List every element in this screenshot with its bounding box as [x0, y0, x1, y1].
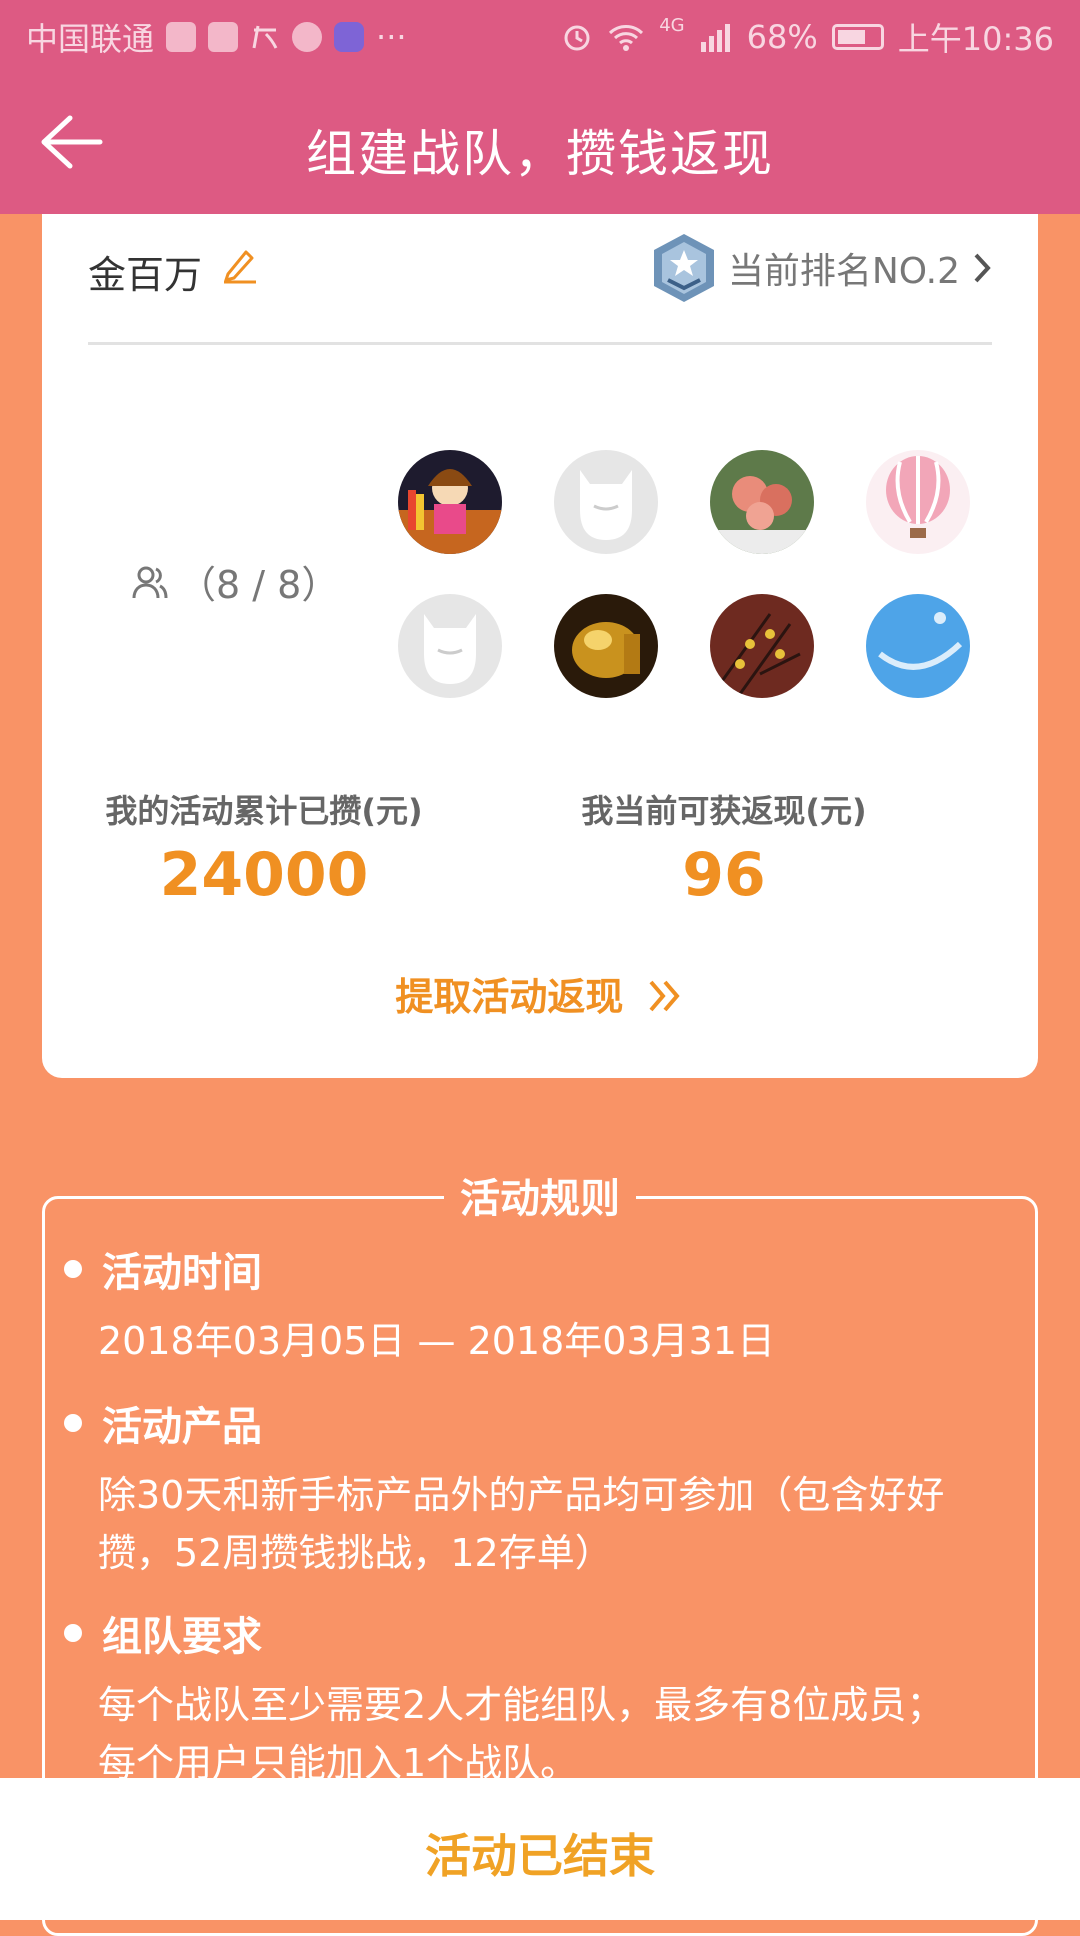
- title-bar: 组建战队，攒钱返现: [0, 74, 1080, 214]
- status-bar: 中国联通 ··· 4G 68% 上午10:36: [0, 0, 1080, 74]
- members-icon: [132, 566, 168, 598]
- bottom-bar: 活动已结束: [0, 1778, 1080, 1920]
- pencil-icon: [224, 250, 256, 284]
- rank-badge-icon: [653, 234, 714, 302]
- rule-body: 每个战队至少需要2人才能组队，最多有8位成员；每个用户只能加入1个战队。: [98, 1683, 945, 1785]
- saved-label: 我的活动累计已攒(元): [105, 792, 423, 830]
- rule-item: 活动时间 2018年03月05日 — 2018年03月31日: [64, 1240, 978, 1370]
- rule-heading: 活动产品: [64, 1394, 978, 1452]
- rules-title-text: 活动规则: [444, 1176, 636, 1222]
- rule-item: 活动产品 除30天和新手标产品外的产品均可参加（包含好好攒，52周攒钱挑战，12…: [64, 1394, 978, 1582]
- cashback-label: 我当前可获返现(元): [581, 792, 867, 830]
- saved-value: 24000: [159, 840, 369, 910]
- app-icon: [334, 22, 365, 52]
- activity-ended-label: 活动已结束: [425, 1829, 655, 1883]
- rule-heading-text: 活动时间: [102, 1250, 262, 1296]
- map-icon: [208, 22, 239, 52]
- rule-heading: 组队要求: [64, 1604, 978, 1662]
- member-avatar[interactable]: [866, 450, 970, 554]
- rule-item: 组队要求 每个战队至少需要2人才能组队，最多有8位成员；每个用户只能加入1个战队…: [64, 1604, 978, 1792]
- bullet-icon: [64, 1260, 82, 1278]
- status-right: 4G 68% 上午10:36: [561, 14, 1054, 60]
- member-avatar[interactable]: [398, 594, 502, 698]
- member-avatar[interactable]: [554, 450, 658, 554]
- member-avatar[interactable]: [866, 594, 970, 698]
- hand-icon: [292, 22, 323, 52]
- cashback-value: 96: [682, 840, 766, 910]
- rule-body: 除30天和新手标产品外的产品均可参加（包含好好攒，52周攒钱挑战，12存单）: [98, 1473, 945, 1575]
- signal-icon: [700, 24, 730, 52]
- edit-name-button[interactable]: [220, 244, 260, 284]
- sim-icon: [166, 22, 197, 52]
- chevron-right-icon: [974, 253, 991, 283]
- member-count: （8 / 8）: [130, 554, 339, 609]
- rank-text: 当前排名NO.2: [727, 251, 960, 292]
- battery-icon: [831, 24, 884, 50]
- rank-link[interactable]: 当前排名NO.2: [652, 232, 992, 304]
- rule-heading-text: 组队要求: [102, 1614, 262, 1660]
- withdraw-label: 提取活动返现: [395, 975, 624, 1019]
- withdraw-cashback-link[interactable]: 提取活动返现: [42, 966, 1038, 1021]
- page-title: 组建战队，攒钱返现: [306, 125, 774, 183]
- member-avatar[interactable]: [554, 594, 658, 698]
- bullet-icon: [64, 1624, 82, 1642]
- rules-title: 活动规则: [0, 1166, 1080, 1224]
- more-icon: ···: [376, 18, 407, 56]
- bullet-icon: [64, 1414, 82, 1432]
- team-name: 金百万: [88, 253, 203, 297]
- member-avatar[interactable]: [710, 594, 814, 698]
- member-count-text: （8 / 8）: [178, 563, 340, 607]
- alarm-icon: [564, 25, 590, 51]
- rule-heading: 活动时间: [64, 1240, 978, 1298]
- double-chevron-right-icon: [649, 980, 680, 1012]
- team-card: 金百万 当前排名NO.2 （8 / 8） 我的活动累计已攒(元) 24000 我…: [42, 214, 1038, 1078]
- rule-heading-text: 活动产品: [102, 1404, 262, 1450]
- member-avatar[interactable]: [398, 450, 502, 554]
- divider: [88, 342, 992, 345]
- member-avatar[interactable]: [710, 450, 814, 554]
- clock: 上午10:36: [897, 20, 1054, 58]
- carrier-label: 中国联通: [26, 20, 155, 58]
- wifi-icon: [609, 25, 644, 51]
- network-type: 4G: [659, 14, 685, 36]
- pay-icon: [250, 22, 280, 52]
- battery-percent: 68%: [746, 18, 818, 56]
- rule-body: 2018年03月05日 — 2018年03月31日: [98, 1319, 775, 1363]
- status-left: 中国联通 ···: [26, 14, 407, 60]
